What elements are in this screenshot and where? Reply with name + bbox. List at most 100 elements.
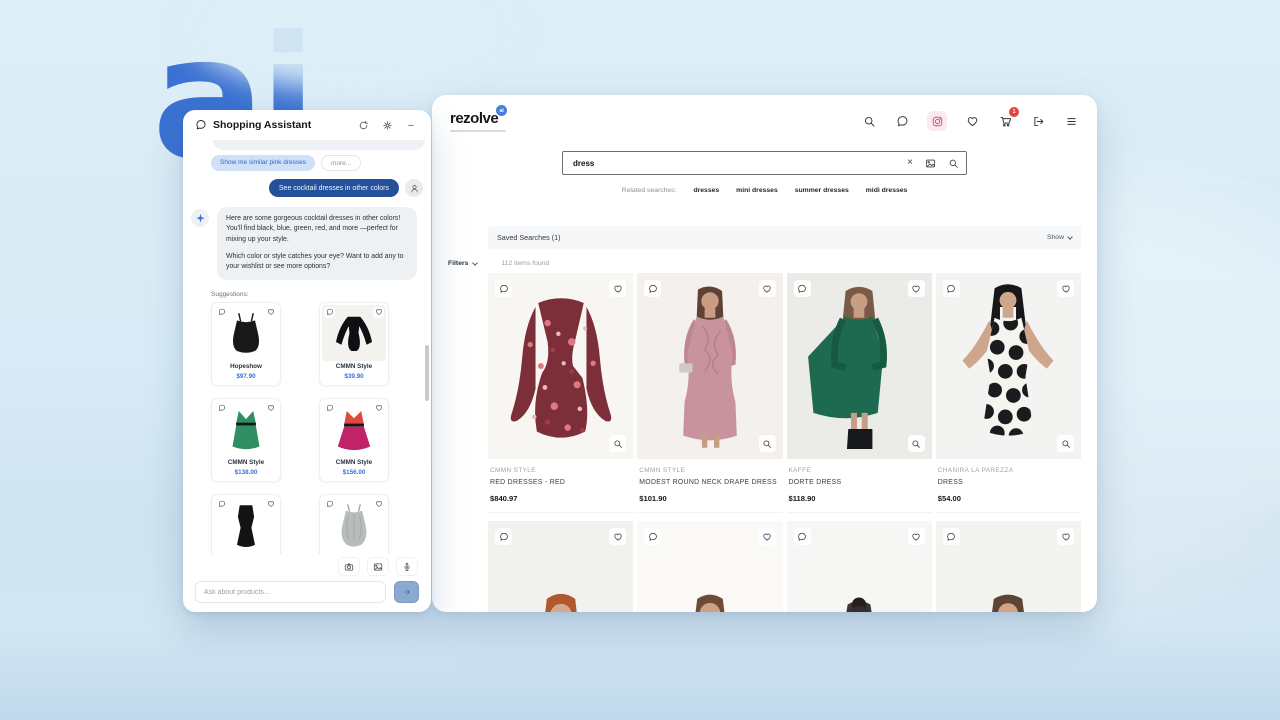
search-icon: [948, 158, 959, 169]
suggestion-card[interactable]: CMMN Style $39.90: [319, 302, 389, 386]
saved-searches-label: Saved Searches (1): [497, 233, 561, 242]
product-card[interactable]: CHANIRA LA PAREZZA DRESS $54.00: [936, 273, 1081, 513]
heart-icon[interactable]: [908, 280, 925, 297]
related-search-term[interactable]: mini dresses: [736, 187, 778, 194]
chat-bubble-icon[interactable]: [324, 499, 335, 510]
quick-reply-pill[interactable]: Show me similar pink dresses: [211, 155, 315, 171]
product-image: [637, 273, 782, 459]
filters-button[interactable]: Filters: [448, 260, 477, 267]
chat-bubble-icon[interactable]: [216, 499, 227, 510]
heart-icon[interactable]: [265, 307, 276, 318]
search-button[interactable]: [861, 113, 877, 129]
cart-icon: [999, 115, 1012, 128]
person-icon: [409, 183, 420, 194]
product-image: [488, 521, 633, 612]
chat-bubble-icon[interactable]: [794, 528, 811, 545]
voice-input-button[interactable]: [397, 558, 417, 575]
quick-view-icon[interactable]: [759, 435, 776, 452]
cart-button[interactable]: 1: [997, 113, 1013, 129]
submit-search-button[interactable]: [948, 158, 959, 169]
product-name: CMMN Style: [322, 459, 386, 466]
suggestions-grid: Hopeshow $97.90 CMMN Style $39.90 CMMN S…: [211, 302, 389, 554]
heart-icon[interactable]: [1057, 280, 1074, 297]
saved-searches-show-button[interactable]: Show: [1047, 234, 1072, 241]
chat-bubble-icon: [195, 119, 207, 131]
heart-icon[interactable]: [908, 528, 925, 545]
chat-bubble-icon[interactable]: [216, 307, 227, 318]
chat-bubble-icon[interactable]: [644, 280, 661, 297]
assistant-minimize-button[interactable]: –: [403, 117, 419, 133]
wishlist-button[interactable]: [964, 113, 980, 129]
product-card[interactable]: KAFFE DORTE DRESS $118.90: [787, 273, 932, 513]
heart-icon[interactable]: [759, 528, 776, 545]
ask-products-input[interactable]: [195, 581, 386, 603]
product-card[interactable]: [787, 521, 932, 612]
product-card[interactable]: [488, 521, 633, 612]
product-card[interactable]: [936, 521, 1081, 612]
clear-search-button[interactable]: ×: [907, 158, 913, 168]
assistant-settings-button[interactable]: [379, 117, 395, 133]
product-card[interactable]: CMMN STYLE RED DRESSES - RED $840.97: [488, 273, 633, 513]
sign-out-button[interactable]: [1030, 113, 1046, 129]
suggestion-card[interactable]: [319, 494, 389, 554]
sign-out-icon: [1032, 115, 1045, 128]
assistant-message-paragraph: Here are some gorgeous cocktail dresses …: [226, 214, 408, 245]
product-card[interactable]: [637, 521, 782, 612]
heart-icon[interactable]: [609, 528, 626, 545]
chat-bubble-icon[interactable]: [324, 403, 335, 414]
product-card[interactable]: CMMN STYLE MODEST ROUND NECK DRAPE DRESS…: [637, 273, 782, 513]
chat-button[interactable]: [894, 113, 910, 129]
camera-button[interactable]: [339, 558, 359, 575]
image-search-button[interactable]: [925, 158, 936, 169]
related-search-term[interactable]: summer dresses: [795, 187, 849, 194]
camera-icon: [344, 562, 354, 572]
chevron-down-icon: [1067, 234, 1073, 240]
rezolve-logo[interactable]: rezolve ai: [450, 110, 506, 132]
related-search-term[interactable]: midi dresses: [866, 187, 908, 194]
quick-view-icon[interactable]: [1057, 435, 1074, 452]
heart-icon[interactable]: [265, 403, 276, 414]
product-brand: KAFFE: [789, 467, 930, 474]
chat-bubble-icon[interactable]: [943, 280, 960, 297]
product-info: CMMN STYLE RED DRESSES - RED $840.97: [488, 459, 633, 513]
suggestion-card[interactable]: CMMN Style $138.00: [211, 398, 281, 482]
suggestion-card[interactable]: Hopeshow $97.90: [211, 302, 281, 386]
product-name: DRESS: [938, 478, 1079, 487]
product-brand: CMMN STYLE: [639, 467, 780, 474]
heart-icon[interactable]: [609, 280, 626, 297]
heart-icon[interactable]: [759, 280, 776, 297]
assistant-refresh-button[interactable]: [355, 117, 371, 133]
chat-bubble-icon[interactable]: [495, 280, 512, 297]
heart-icon[interactable]: [373, 403, 384, 414]
quick-view-icon[interactable]: [609, 435, 626, 452]
related-search-term[interactable]: dresses: [693, 187, 719, 194]
chat-bubble-icon[interactable]: [794, 280, 811, 297]
user-message-bubble: See cocktail dresses in other colors: [269, 179, 399, 197]
heart-icon[interactable]: [373, 499, 384, 510]
logo-ai-badge: ai: [496, 105, 507, 116]
chat-bubble-icon[interactable]: [324, 307, 335, 318]
menu-button[interactable]: [1063, 113, 1079, 129]
send-button[interactable]: [394, 581, 419, 603]
product-price: $118.90: [789, 494, 930, 503]
quick-view-icon[interactable]: [908, 435, 925, 452]
heart-icon[interactable]: [1057, 528, 1074, 545]
instagram-button[interactable]: [927, 111, 947, 131]
previous-message-cutoff: [213, 140, 425, 150]
suggestion-card[interactable]: CMMN Style $156.00: [319, 398, 389, 482]
chat-bubble-icon[interactable]: [495, 528, 512, 545]
quick-reply-row: Show me similar pink dresses more...: [211, 155, 431, 171]
suggestion-card[interactable]: [211, 494, 281, 554]
hamburger-menu-icon: [1065, 115, 1078, 128]
heart-icon[interactable]: [265, 499, 276, 510]
image-upload-button[interactable]: [368, 558, 388, 575]
heart-icon[interactable]: [373, 307, 384, 318]
chat-bubble-icon[interactable]: [644, 528, 661, 545]
chat-bubble-icon[interactable]: [216, 403, 227, 414]
saved-searches-bar[interactable]: Saved Searches (1) Show: [488, 226, 1081, 249]
refresh-icon: [358, 120, 369, 131]
quick-reply-more-pill[interactable]: more...: [321, 155, 361, 171]
chat-bubble-icon[interactable]: [943, 528, 960, 545]
chat-scrollbar-thumb[interactable]: [425, 345, 429, 401]
sparkle-icon: [195, 213, 206, 224]
